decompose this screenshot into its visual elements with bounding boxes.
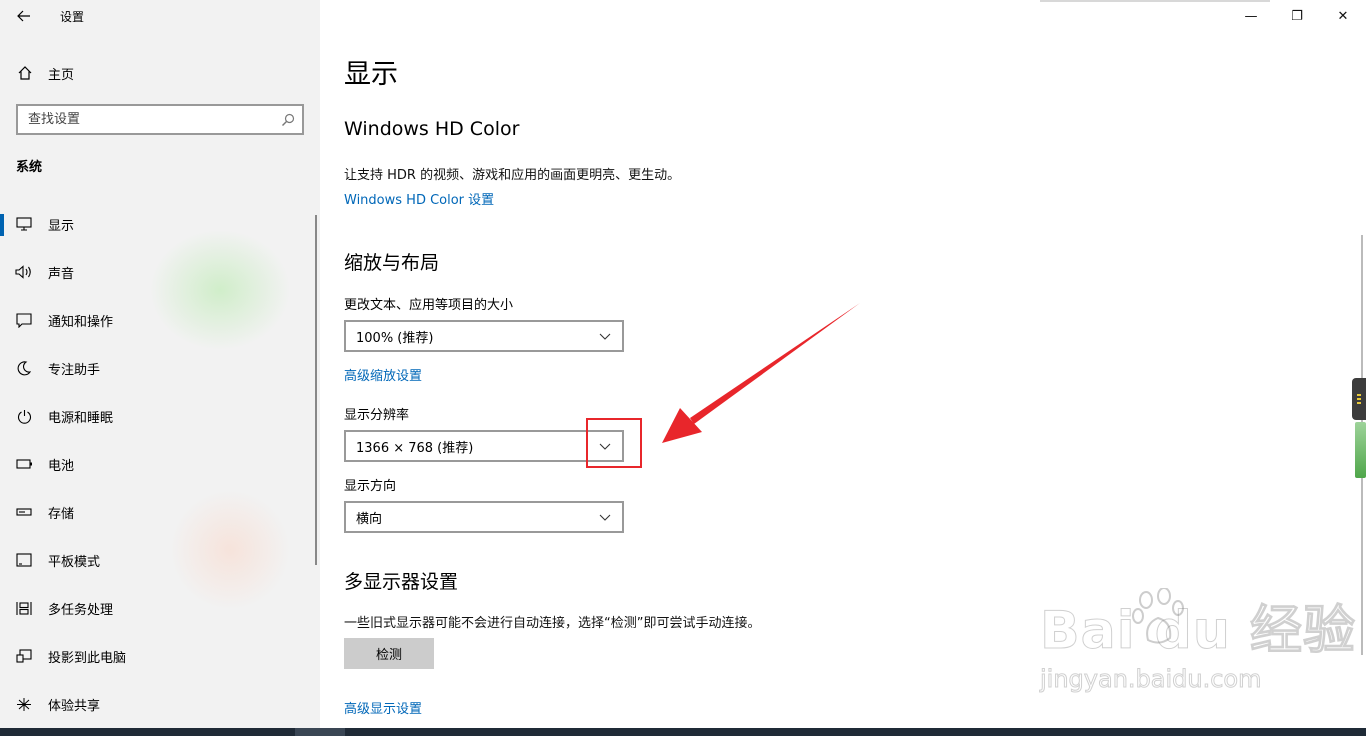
power-icon (0, 392, 48, 440)
search-input[interactable] (18, 112, 274, 127)
advanced-display-link[interactable]: 高级显示设置 (344, 698, 422, 717)
resolution-label: 显示分辨率 (344, 408, 410, 423)
sidebar-item-battery[interactable]: 电池 (0, 440, 320, 488)
scale-dropdown[interactable]: 100% (推荐) (344, 320, 624, 352)
sidebar-item-label: 声音 (48, 266, 75, 282)
project-icon (0, 632, 48, 680)
hdr-heading: Windows HD Color (344, 118, 520, 140)
sidebar-scrollbar[interactable] (315, 215, 317, 565)
message-icon (0, 296, 48, 344)
minimize-icon: — (1244, 8, 1258, 24)
sidebar-item-home[interactable]: 主页 (0, 56, 320, 90)
home-icon (0, 65, 50, 81)
restore-icon: ❐ (1291, 8, 1303, 24)
sidebar-item-label: 电池 (48, 458, 75, 474)
storage-icon (0, 488, 48, 536)
sidebar-item-sound[interactable]: 声音 (0, 248, 320, 296)
sidebar-item-multitasking[interactable]: 多任务处理 (0, 584, 320, 632)
section-label: 系统 (16, 160, 43, 175)
watermark-main: Bai du 经验 (1040, 601, 1356, 662)
sidebar-item-label: 专注助手 (48, 362, 101, 378)
sidebar-item-notifications[interactable]: 通知和操作 (0, 296, 320, 344)
taskbar-active-app[interactable] (295, 728, 345, 736)
monitor-icon (0, 200, 48, 248)
orientation-label: 显示方向 (344, 479, 397, 494)
arrow-left-icon (17, 10, 30, 22)
sidebar-item-label: 主页 (48, 67, 75, 83)
sidebar-item-focus-assist[interactable]: 专注助手 (0, 344, 320, 392)
sidebar-item-label: 显示 (48, 218, 75, 234)
sidebar-item-label: 电源和睡眠 (48, 410, 114, 426)
scale-heading: 缩放与布局 (344, 252, 440, 274)
search-icon[interactable] (274, 106, 302, 133)
dropdown-value: 1366 × 768 (推荐) (356, 440, 474, 456)
speaker-icon (0, 248, 48, 296)
sidebar-item-project[interactable]: 投影到此电脑 (0, 632, 320, 680)
hdr-description: 让支持 HDR 的视频、游戏和应用的画面更明亮、更生动。 (344, 168, 681, 183)
close-button[interactable]: ✕ (1320, 0, 1366, 32)
sidebar-item-display[interactable]: 显示 (0, 200, 320, 248)
sidebar-item-shared-experiences[interactable]: 体验共享 (0, 680, 320, 728)
dropdown-value: 100% (推荐) (356, 330, 434, 346)
multitask-icon (0, 584, 48, 632)
window-controls: — ❐ ✕ (1228, 0, 1366, 32)
chevron-down-icon (588, 514, 622, 521)
app-title: 设置 (60, 9, 85, 24)
sidebar-item-storage[interactable]: 存储 (0, 488, 320, 536)
back-button[interactable] (0, 0, 48, 32)
paw-icon (1132, 588, 1184, 644)
resolution-dropdown[interactable]: 1366 × 768 (推荐) (344, 430, 624, 462)
annotation-arrow (662, 303, 860, 443)
minimize-button[interactable]: — (1228, 0, 1274, 32)
baidu-watermark: Bai du 经验 jingyan.baidu.com (1040, 588, 1356, 694)
search-box[interactable] (16, 104, 304, 135)
sidebar-item-label: 存储 (48, 506, 75, 522)
sidebar-item-tablet-mode[interactable]: 平板模式 (0, 536, 320, 584)
sidebar-item-label: 多任务处理 (48, 602, 114, 618)
sidebar-item-label: 通知和操作 (48, 314, 114, 330)
sidebar-item-label: 平板模式 (48, 554, 101, 570)
sidebar-nav: 显示 声音 通知和操作 专注助手 电源和睡眠 电池 存储 平板模式 多任务处理 … (0, 200, 320, 728)
size-label: 更改文本、应用等项目的大小 (344, 298, 514, 313)
sidebar-item-label: 投影到此电脑 (48, 650, 127, 666)
side-widget-handle[interactable] (1352, 378, 1366, 420)
battery-icon (0, 440, 48, 488)
multi-display-description: 一些旧式显示器可能不会进行自动连接，选择“检测”即可尝试手动连接。 (344, 616, 761, 631)
dropdown-value: 横向 (356, 511, 383, 527)
multi-display-heading: 多显示器设置 (344, 571, 459, 593)
annotation-highlight-box (586, 418, 642, 468)
title-bar: 设置 (0, 0, 320, 32)
share-icon (0, 680, 48, 728)
watermark-sub: jingyan.baidu.com (1040, 665, 1262, 694)
moon-icon (0, 344, 48, 392)
orientation-dropdown[interactable]: 横向 (344, 501, 624, 533)
tablet-icon (0, 536, 48, 584)
taskbar (0, 728, 1366, 736)
side-meter (1355, 422, 1366, 478)
sidebar: 设置 主页 系统 显示 声音 通知和操作 专注助手 (0, 0, 320, 736)
advanced-scaling-link[interactable]: 高级缩放设置 (344, 365, 422, 384)
page-title: 显示 (344, 59, 398, 90)
restore-button[interactable]: ❐ (1274, 0, 1320, 32)
sidebar-item-label: 体验共享 (48, 698, 101, 714)
detect-button[interactable]: 检测 (344, 638, 434, 669)
chevron-down-icon (588, 333, 622, 340)
close-icon: ✕ (1337, 8, 1349, 24)
sidebar-item-power-sleep[interactable]: 电源和睡眠 (0, 392, 320, 440)
hdr-settings-link[interactable]: Windows HD Color 设置 (344, 189, 494, 208)
